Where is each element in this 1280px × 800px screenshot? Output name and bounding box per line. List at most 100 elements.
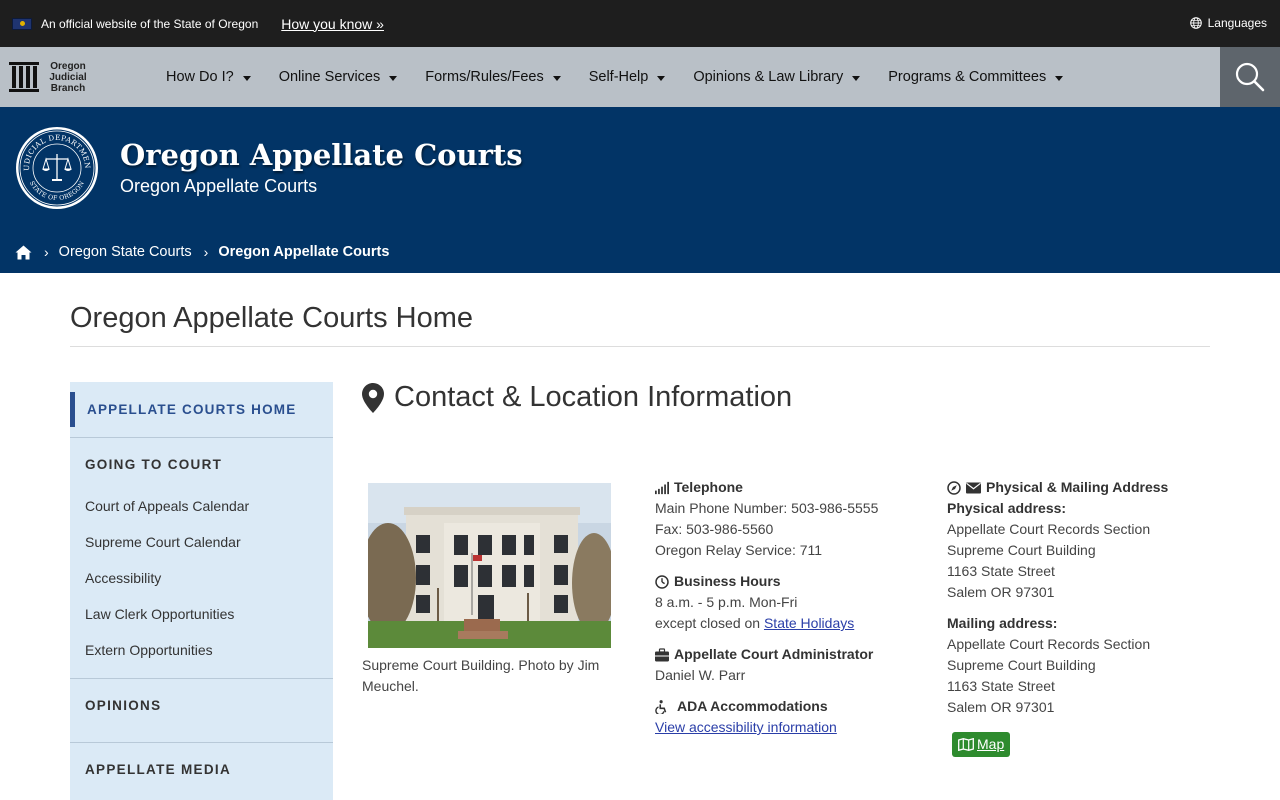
judicial-department-seal-icon: JUDICIAL DEPARTMENT STATE OF OREGON xyxy=(15,126,98,209)
briefcase-icon xyxy=(655,647,669,661)
nav-forms-rules-fees[interactable]: Forms/Rules/Fees xyxy=(425,69,561,85)
fax-number: Fax: 503-986-5560 xyxy=(655,521,774,537)
address-heading-text: Physical & Mailing Address xyxy=(986,479,1169,495)
telephone-heading: Telephone xyxy=(655,477,925,498)
clock-icon xyxy=(655,574,669,589)
oregon-flag-icon xyxy=(12,17,32,30)
ada-heading: ADA Accommodations xyxy=(655,696,925,717)
address-heading: Physical & Mailing Address xyxy=(947,477,1247,498)
how-you-know-link[interactable]: How you know » xyxy=(281,16,384,32)
caret-down-icon xyxy=(1055,75,1064,81)
business-hours-time: 8 a.m. - 5 p.m. Mon-Fri xyxy=(655,594,798,610)
contact-heading: Contact & Location Information xyxy=(362,381,792,414)
contact-heading-text: Contact & Location Information xyxy=(394,381,793,413)
breadcrumb: › Oregon State Courts › Oregon Appellate… xyxy=(15,244,389,260)
page-title: Oregon Appellate Courts Home xyxy=(70,302,473,334)
caret-down-icon xyxy=(242,75,251,81)
sidebar-link-supreme-court-calendar[interactable]: Supreme Court Calendar xyxy=(85,534,241,550)
main-navigation: Oregon Judicial Branch How Do I? Online … xyxy=(0,47,1280,107)
administrator-heading: Appellate Court Administrator xyxy=(655,644,925,665)
nav-label: How Do I? xyxy=(166,69,234,85)
mailing-address-label: Mailing address: xyxy=(947,615,1058,631)
languages-label: Languages xyxy=(1207,16,1267,30)
nav-self-help[interactable]: Self-Help xyxy=(589,69,666,85)
business-hours-exception: except closed on State Holidays xyxy=(655,613,925,634)
ojd-logo-text: Oregon Judicial Branch xyxy=(46,61,90,94)
map-button-label: Map xyxy=(977,736,1005,752)
site-subtitle: Oregon Appellate Courts xyxy=(120,176,318,196)
sidebar-section-appellate-media[interactable]: APPELLATE MEDIA xyxy=(85,762,231,777)
sidebar-link-law-clerk-opportunities[interactable]: Law Clerk Opportunities xyxy=(85,606,234,622)
site-header: JUDICIAL DEPARTMENT STATE OF OREGON Oreg… xyxy=(0,107,1280,273)
brand-line: Branch xyxy=(50,82,86,94)
brand-line: Judicial xyxy=(49,71,87,83)
contact-details-column: Telephone Main Phone Number: 503-986-555… xyxy=(655,477,925,738)
administrator-heading-text: Appellate Court Administrator xyxy=(674,646,874,662)
search-button[interactable] xyxy=(1220,47,1280,107)
caret-down-icon xyxy=(657,75,666,81)
caret-down-icon xyxy=(552,75,561,81)
address-line: Appellate Court Records Section xyxy=(947,521,1151,537)
ada-heading-text: ADA Accommodations xyxy=(677,698,828,714)
globe-icon xyxy=(1189,17,1202,29)
nav-how-do-i[interactable]: How Do I? xyxy=(166,69,251,85)
sidebar-section-going-to-court[interactable]: GOING TO COURT xyxy=(85,457,222,472)
state-holidays-link[interactable]: State Holidays xyxy=(764,615,854,631)
address-line: 1163 State Street xyxy=(947,678,1055,694)
official-banner: An official website of the State of Oreg… xyxy=(0,0,1280,47)
map-icon xyxy=(958,738,974,751)
envelope-icon xyxy=(966,482,981,493)
address-line: Appellate Court Records Section xyxy=(947,636,1151,652)
nav-label: Opinions & Law Library xyxy=(693,69,844,85)
nav-label: Forms/Rules/Fees xyxy=(425,69,544,85)
title-divider xyxy=(70,346,1210,347)
sidebar-divider xyxy=(70,437,333,438)
address-line: Salem OR 97301 xyxy=(947,699,1055,715)
wheelchair-icon xyxy=(655,699,667,714)
relay-service: Oregon Relay Service: 711 xyxy=(655,542,823,558)
business-hours-heading: Business Hours xyxy=(655,571,925,592)
caret-down-icon xyxy=(852,75,861,81)
accessibility-info-link[interactable]: View accessibility information xyxy=(655,719,837,735)
sidebar-section-opinions[interactable]: OPINIONS xyxy=(85,698,161,713)
breadcrumb-oregon-state-courts[interactable]: Oregon State Courts xyxy=(59,244,192,260)
sidebar-link-court-of-appeals-calendar[interactable]: Court of Appeals Calendar xyxy=(85,498,249,514)
nav-programs-committees[interactable]: Programs & Committees xyxy=(888,69,1064,85)
administrator-name: Daniel W. Parr xyxy=(655,667,746,683)
nav-label: Online Services xyxy=(278,69,381,85)
map-button[interactable]: Map xyxy=(952,732,1011,757)
brand-line: Oregon xyxy=(50,60,86,72)
main-phone: Main Phone Number: 503-986-5555 xyxy=(655,500,879,516)
nav-opinions-law-library[interactable]: Opinions & Law Library xyxy=(693,69,861,85)
address-line: Supreme Court Building xyxy=(947,542,1096,558)
home-icon[interactable] xyxy=(15,245,32,260)
sidebar-divider xyxy=(70,678,333,679)
caret-down-icon xyxy=(389,75,398,81)
site-title[interactable]: Oregon Appellate Courts xyxy=(120,138,523,172)
business-hours-heading-text: Business Hours xyxy=(674,573,781,589)
courthouse-columns-icon xyxy=(9,62,39,92)
sidebar-link-accessibility[interactable]: Accessibility xyxy=(85,570,161,586)
sidebar-link-extern-opportunities[interactable]: Extern Opportunities xyxy=(85,642,213,658)
sidebar-item-appellate-courts-home[interactable]: APPELLATE COURTS HOME xyxy=(70,392,333,427)
address-line: Supreme Court Building xyxy=(947,657,1096,673)
official-website-text: An official website of the State of Oreg… xyxy=(41,16,259,31)
nav-label: Self-Help xyxy=(588,69,649,85)
address-column: Physical & Mailing Address Physical addr… xyxy=(947,477,1247,757)
chevron-right-icon: › xyxy=(44,244,49,260)
signal-icon xyxy=(655,481,669,494)
map-marker-icon xyxy=(362,382,384,413)
languages-button[interactable]: Languages xyxy=(1189,16,1267,30)
supreme-court-building-photo xyxy=(368,483,611,648)
nav-online-services[interactable]: Online Services xyxy=(279,69,398,85)
telephone-heading-text: Telephone xyxy=(674,479,743,495)
sidebar-divider xyxy=(70,742,333,743)
photo-caption: Supreme Court Building. Photo by Jim Meu… xyxy=(362,657,600,694)
ojd-logo-link[interactable]: Oregon Judicial Branch xyxy=(0,60,150,94)
search-icon xyxy=(1235,62,1265,92)
address-line: Salem OR 97301 xyxy=(947,584,1055,600)
